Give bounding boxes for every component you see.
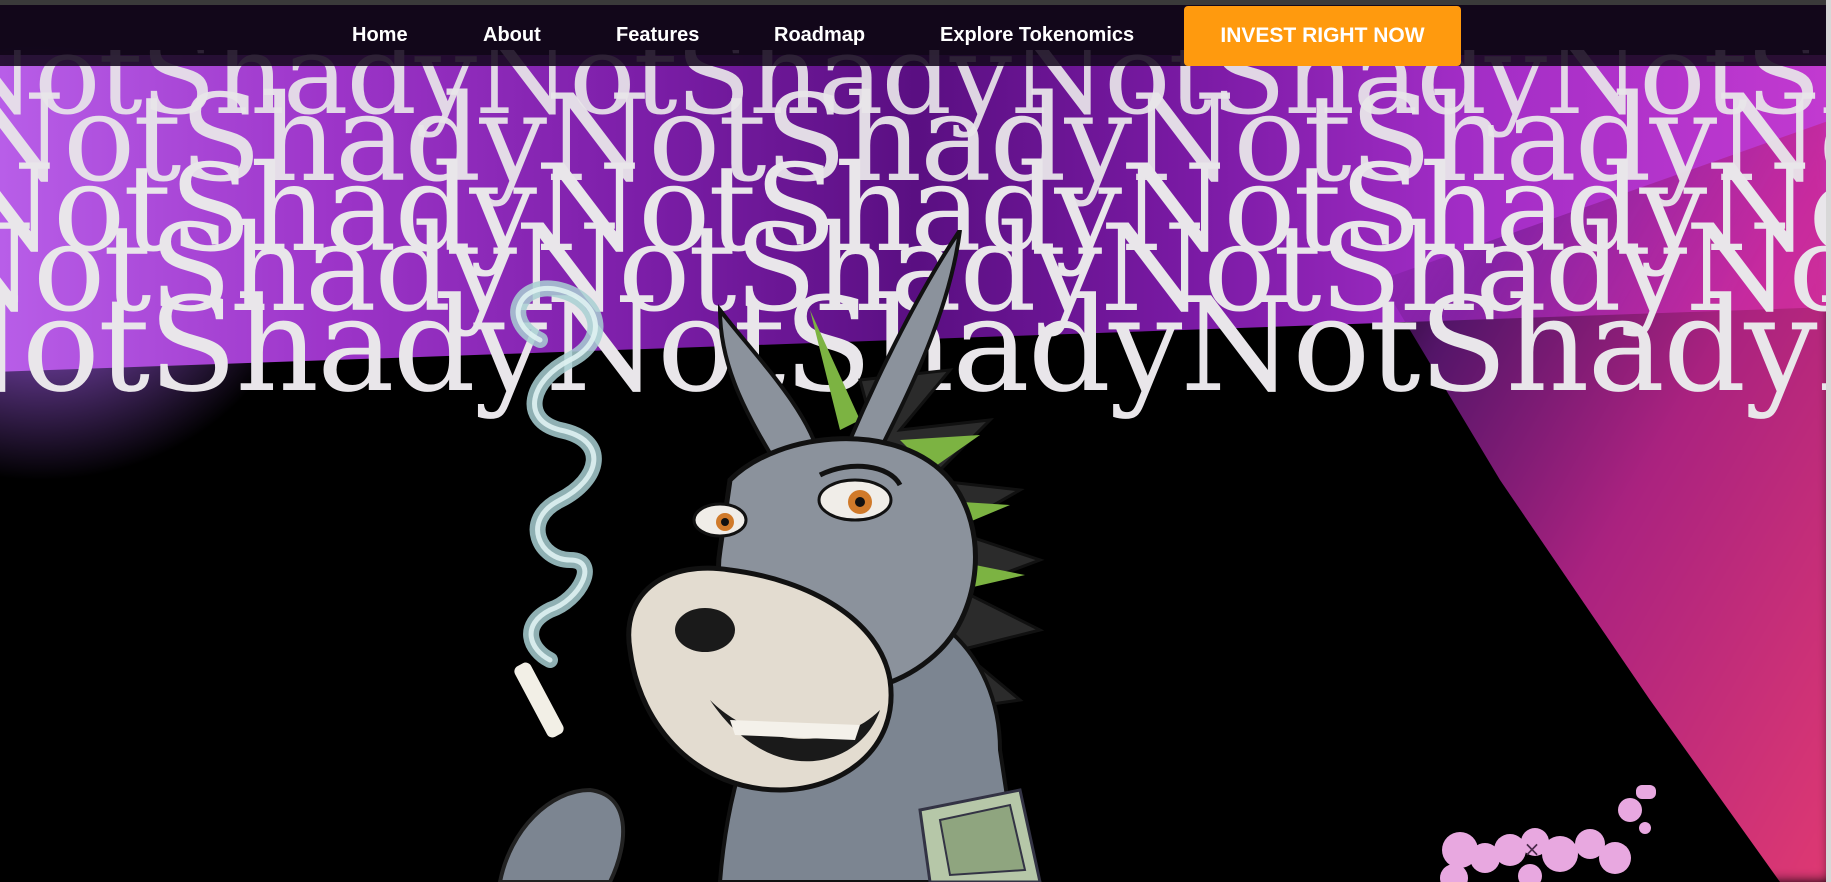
- pink-blob-decoration: [1440, 785, 1656, 882]
- landing-page: NotShadyNotShadyNotShadyNotShadyNotShady…: [0, 0, 1831, 882]
- invest-now-button[interactable]: INVEST RIGHT NOW: [1184, 6, 1461, 66]
- window-edge-scrollbar[interactable]: [1826, 0, 1831, 882]
- nav-link-features[interactable]: Features: [616, 24, 699, 47]
- close-icon[interactable]: ×: [1519, 836, 1545, 862]
- top-navigation-bar: Home About Features Roadmap Explore Toke…: [0, 0, 1831, 66]
- nav-link-tokenomics[interactable]: Explore Tokenomics: [940, 24, 1134, 47]
- nav-link-about[interactable]: About: [483, 24, 541, 47]
- nav-link-home[interactable]: Home: [352, 24, 408, 47]
- donkey-mascot-illustration: [497, 230, 1045, 882]
- nav-link-roadmap[interactable]: Roadmap: [774, 24, 865, 47]
